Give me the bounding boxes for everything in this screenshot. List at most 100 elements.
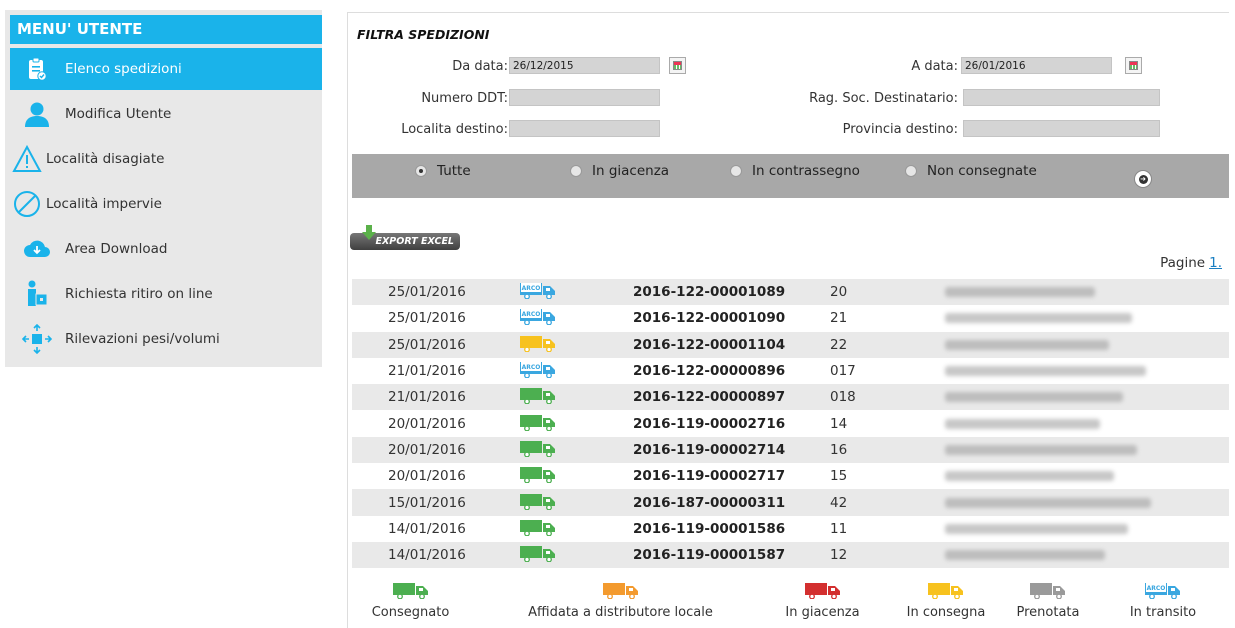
recipient-name-blurred	[945, 523, 1155, 534]
radio-in-contrassegno[interactable]: In contrassegno	[730, 163, 860, 179]
a-data-calendar-icon[interactable]	[1125, 57, 1142, 74]
status-legend: Consegnato Affidata a distributore locale…	[348, 583, 1229, 628]
shipment-date: 14/01/2016	[388, 520, 466, 537]
localita-destino-label: Localita destino:	[401, 122, 508, 137]
sidebar-item-label: Modifica Utente	[65, 106, 172, 122]
legend-label: Prenotata	[1016, 605, 1080, 620]
localita-destino-input[interactable]	[509, 120, 660, 137]
truck-status-icon	[520, 467, 633, 485]
radio-dot[interactable]	[730, 165, 742, 177]
shipment-ddt[interactable]: 2016-119-00002714	[633, 442, 830, 458]
shipment-number: 21	[830, 310, 848, 327]
shipment-date: 20/01/2016	[388, 441, 466, 458]
shipment-date: 25/01/2016	[388, 336, 466, 353]
cloud-download-icon	[17, 233, 57, 265]
shipment-ddt[interactable]: 2016-119-00001586	[633, 521, 830, 537]
truck-status-icon	[520, 440, 633, 459]
shipment-ddt[interactable]: 2016-119-00002716	[633, 416, 830, 432]
clipboard-icon	[17, 53, 57, 85]
legend-label: In consegna	[906, 605, 986, 620]
truck-status-icon	[520, 546, 633, 564]
truck-status-icon: ARCO	[520, 362, 633, 380]
shipment-ddt[interactable]: 2016-122-00001104	[633, 337, 830, 353]
sidebar-item-label: Area Download	[65, 241, 168, 257]
page-link-1[interactable]: 1.	[1209, 255, 1222, 271]
table-row[interactable]: 15/01/2016 2016-187-00000311 42	[352, 489, 1229, 516]
legend-label: In giacenza	[785, 605, 860, 620]
table-row[interactable]: 20/01/2016 2016-119-00002714 16	[352, 436, 1229, 464]
shipment-ddt[interactable]: 2016-119-00001587	[633, 547, 830, 563]
shipment-date: 20/01/2016	[388, 468, 466, 485]
table-row[interactable]: 14/01/2016 2016-119-00001587 12	[352, 541, 1229, 569]
da-data-calendar-icon[interactable]	[669, 57, 686, 74]
shipment-date: 21/01/2016	[388, 389, 466, 406]
truck-icon: ARCO	[1145, 583, 1181, 599]
export-excel-button[interactable]: EXPORT EXCEL	[350, 225, 460, 250]
legend-label: Affidata a distributore locale	[528, 605, 713, 620]
provincia-destino-input[interactable]	[963, 120, 1160, 137]
truck-icon	[804, 583, 841, 599]
table-row[interactable]: 20/01/2016 2016-119-00002717 15	[352, 463, 1229, 489]
shipment-ddt[interactable]: 2016-122-00001090	[633, 310, 830, 326]
truck-status-icon	[520, 388, 633, 406]
shipment-number: 15	[830, 468, 848, 485]
sidebar-item-label: Rilevazioni pesi/volumi	[65, 331, 220, 347]
shipment-number: 22	[830, 336, 848, 353]
sidebar-item-localita-impervie[interactable]: Località impervie	[10, 183, 322, 225]
sidebar-item-label: Località impervie	[46, 196, 162, 212]
shipment-date: 20/01/2016	[388, 415, 466, 432]
radio-dot[interactable]	[415, 165, 427, 177]
radio-non-consegnate[interactable]: Non consegnate	[905, 163, 1037, 179]
recipient-name-blurred	[945, 287, 1155, 298]
radio-tutte[interactable]: Tutte	[415, 163, 471, 179]
radio-in-giacenza[interactable]: In giacenza	[570, 163, 669, 179]
a-data-input[interactable]: 26/01/2016	[961, 57, 1112, 74]
truck-status-icon	[520, 335, 633, 354]
sidebar-item-modifica-utente[interactable]: Modifica Utente	[10, 93, 322, 135]
shipment-number: 017	[830, 363, 856, 380]
table-row[interactable]: 25/01/2016 ARCO 2016-122-00001090 21	[352, 305, 1229, 331]
legend-item-in-transito: ARCO In transito	[1128, 583, 1198, 620]
sidebar-item-rilevazioni-pesi[interactable]: Rilevazioni pesi/volumi	[10, 318, 322, 360]
warning-icon	[10, 143, 44, 175]
shipment-ddt[interactable]: 2016-122-00001089	[633, 284, 830, 300]
table-row[interactable]: 14/01/2016 2016-119-00001586 11	[352, 516, 1229, 542]
svg-text:ARCO: ARCO	[1147, 585, 1166, 592]
shipment-number: 11	[830, 520, 848, 537]
pagination: Pagine 1.	[1160, 255, 1222, 271]
recipient-name-blurred	[945, 444, 1155, 455]
legend-item-giacenza: In giacenza	[785, 583, 860, 620]
shipment-number: 12	[830, 547, 848, 564]
radio-dot[interactable]	[905, 165, 917, 177]
table-row[interactable]: 20/01/2016 2016-119-00002716 14	[352, 410, 1229, 436]
da-data-input[interactable]: 26/12/2015	[509, 57, 660, 74]
export-excel-label: EXPORT EXCEL	[375, 236, 454, 247]
table-row[interactable]: 21/01/2016 ARCO 2016-122-00000896 017	[352, 358, 1229, 384]
sidebar-item-label: Elenco spedizioni	[65, 61, 182, 77]
sidebar-item-elenco-spedizioni[interactable]: Elenco spedizioni	[10, 48, 322, 90]
shipment-ddt[interactable]: 2016-119-00002717	[633, 468, 830, 484]
sidebar-item-localita-disagiate[interactable]: Località disagiate	[10, 138, 322, 180]
filter-title: FILTRA SPEDIZIONI	[357, 27, 490, 42]
shipment-ddt[interactable]: 2016-122-00000896	[633, 363, 830, 379]
legend-item-prenotata: Prenotata	[1013, 583, 1083, 620]
legend-item-in-consegna: In consegna	[901, 583, 991, 620]
menu-title: MENU' UTENTE	[10, 15, 322, 44]
table-row[interactable]: 21/01/2016 2016-122-00000897 018	[352, 384, 1229, 411]
shipment-date: 25/01/2016	[388, 310, 466, 327]
table-row[interactable]: 25/01/2016 2016-122-00001104 22	[352, 331, 1229, 358]
table-row[interactable]: 25/01/2016 ARCO 2016-122-00001089 20	[352, 279, 1229, 306]
shipment-ddt[interactable]: 2016-187-00000311	[633, 495, 830, 511]
shipment-ddt[interactable]: 2016-122-00000897	[633, 389, 830, 405]
sidebar-item-richiesta-ritiro[interactable]: Richiesta ritiro on line	[10, 273, 322, 315]
rag-soc-input[interactable]	[963, 89, 1160, 106]
numero-ddt-input[interactable]	[509, 89, 660, 106]
radio-dot[interactable]	[570, 165, 582, 177]
recipient-name-blurred	[945, 550, 1155, 561]
sidebar-item-label: Località disagiate	[46, 151, 165, 167]
sidebar-item-area-download[interactable]: Area Download	[10, 228, 322, 270]
user-icon	[17, 98, 57, 130]
recipient-name-blurred	[945, 497, 1155, 508]
search-go-button[interactable]: ➜	[1134, 170, 1152, 188]
recipient-name-blurred	[945, 392, 1155, 403]
